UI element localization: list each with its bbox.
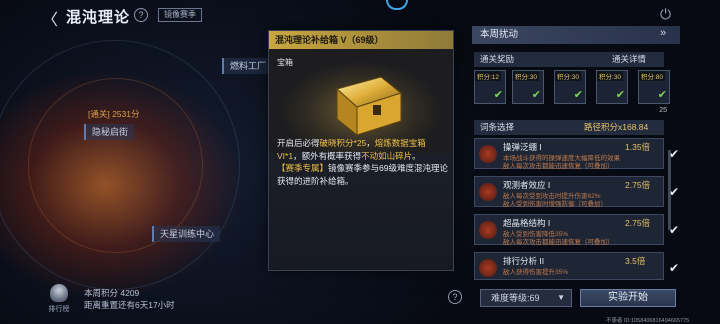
season-badge: 镜像赛季 (158, 8, 202, 22)
power-icon[interactable]: ⏻ (660, 6, 671, 23)
item-title: 混沌理论补给箱 V（69级） (269, 31, 453, 49)
score-multiplier: 路径积分x168.84 (584, 122, 649, 132)
entry-multiplier: 2.75倍 (625, 180, 651, 190)
help-button[interactable]: ? (134, 8, 148, 22)
reward-item[interactable]: 积分:30 ✔ (596, 70, 628, 104)
leaderboard-label: 排行榜 (48, 306, 70, 313)
reward-count: 25 (659, 107, 667, 114)
entry-effect: 敌人每次攻击都能迅速恢复（可叠加） (503, 239, 614, 246)
reward-tag: 积分:30 (513, 71, 540, 81)
game-screen: 〈 混沌理论 ? 镜像赛季 ⏻ 燃料工厂 [通关] 2531分 隐秘启街 天星训… (0, 0, 720, 324)
map-node-hidden-street[interactable]: 隐秘启街 (84, 124, 135, 140)
start-experiment-button[interactable]: 实验开始 (580, 289, 676, 307)
weekly-disturbance-header: 本周扰动 (472, 26, 680, 44)
item-tooltip: 混沌理论补给箱 V（69级） 宝箱 开启后必得破晓积分*25，熔炼数据宝箱VI*… (268, 30, 454, 271)
clear-rewards-label: 通关奖励 (480, 54, 515, 64)
entry-row[interactable]: 观测者效应 I 2.75倍 敌人每次受到攻击时提升伤害62% 敌人受到伤害时增强… (474, 176, 679, 208)
entry-effect: 敌人每次攻击都能迅速恢复（可叠加） (503, 163, 614, 170)
check-icon[interactable]: ✔ (669, 261, 679, 275)
entry-effect: 敌人获得伤害提升35% (503, 269, 569, 276)
entry-icon (479, 183, 497, 201)
check-icon: ✔ (615, 89, 625, 101)
top-indicator-icon (386, 0, 408, 10)
map-node-training-center[interactable]: 天星训练中心 (152, 226, 221, 242)
reward-item[interactable]: 积分:12 ✔ (474, 70, 506, 104)
item-description: 开启后必得破晓积分*25，熔炼数据宝箱VI*1，额外有概率获得不动如山碎片。 【… (277, 137, 449, 187)
entry-multiplier: 3.5倍 (625, 256, 646, 266)
weekly-score-block: 本周积分 4209 距离重置还有6天17小时 (84, 287, 175, 311)
reset-timer: 距离重置还有6天17小时 (84, 300, 175, 310)
map-node-fuel-factory[interactable]: 燃料工厂 (222, 58, 273, 74)
entries-label: 词条选择 (480, 122, 515, 132)
entry-icon (479, 221, 497, 239)
clear-details-link[interactable]: 通关详情 (612, 52, 646, 67)
entry-row[interactable]: 超晶格结构 I 2.75倍 敌人受到伤害降低35% 敌人每次攻击都能迅速恢复（可… (474, 214, 679, 246)
reward-tag: 积分:80 (639, 71, 666, 81)
reward-item[interactable]: 积分:80 ✔ 25 (638, 70, 670, 114)
desc-text: ， (366, 138, 375, 148)
entry-row[interactable]: 排行分析 II 3.5倍 敌人获得伤害提升35% ✔ (474, 252, 679, 280)
check-icon: ✔ (531, 89, 541, 101)
reward-item[interactable]: 积分:30 ✔ (512, 70, 544, 104)
expand-arrow-icon[interactable]: » (660, 27, 666, 39)
trophy-icon (50, 284, 68, 302)
reward-item[interactable]: 积分:30 ✔ (554, 70, 586, 104)
player-uid: 不患者 ID:1058406816494665775 (606, 318, 690, 324)
check-icon: ✔ (657, 89, 667, 101)
clear-score: [通关] 2531分 (88, 109, 140, 119)
entry-multiplier: 1.35倍 (625, 142, 651, 152)
item-type: 宝箱 (277, 58, 293, 67)
chevron-down-icon: ▼ (557, 293, 565, 302)
back-button[interactable]: 〈 (42, 6, 58, 30)
help-button[interactable]: ? (448, 290, 462, 304)
entry-row[interactable]: 操弹泛绷 I 1.35倍 本场战斗获得的操弹速度大幅降低的效果 敌人每次攻击都能… (474, 138, 679, 170)
entry-icon (479, 259, 497, 277)
scrollbar[interactable] (668, 150, 671, 230)
reward-tag: 积分:12 (475, 71, 502, 81)
reward-tag: 积分:30 (597, 71, 624, 81)
entry-icon (479, 145, 497, 163)
reward-tag: 积分:30 (555, 71, 582, 81)
difficulty-select[interactable]: 难度等级:69 ▼ (480, 289, 572, 307)
weekly-score: 本周积分 4209 (84, 288, 140, 298)
check-icon: ✔ (493, 89, 503, 101)
entry-multiplier: 2.75倍 (625, 218, 651, 228)
leaderboard-button[interactable]: 排行榜 (44, 284, 74, 320)
desc-highlight: 不动如山碎片 (361, 150, 413, 161)
page-title: 混沌理论 (66, 9, 131, 26)
difficulty-value: 难度等级:69 (491, 293, 540, 303)
entry-effect: 敌人受到伤害时增强防御（可叠加） (503, 201, 607, 208)
check-icon: ✔ (573, 89, 583, 101)
desc-text: ，额外有概率获得 (293, 150, 362, 161)
desc-text: 开启后必得 (277, 138, 320, 148)
desc-text: 。 (412, 150, 421, 161)
season-tag: 【赛季专属】 (277, 163, 329, 173)
desc-highlight: 破晓积分*25 (319, 138, 367, 148)
